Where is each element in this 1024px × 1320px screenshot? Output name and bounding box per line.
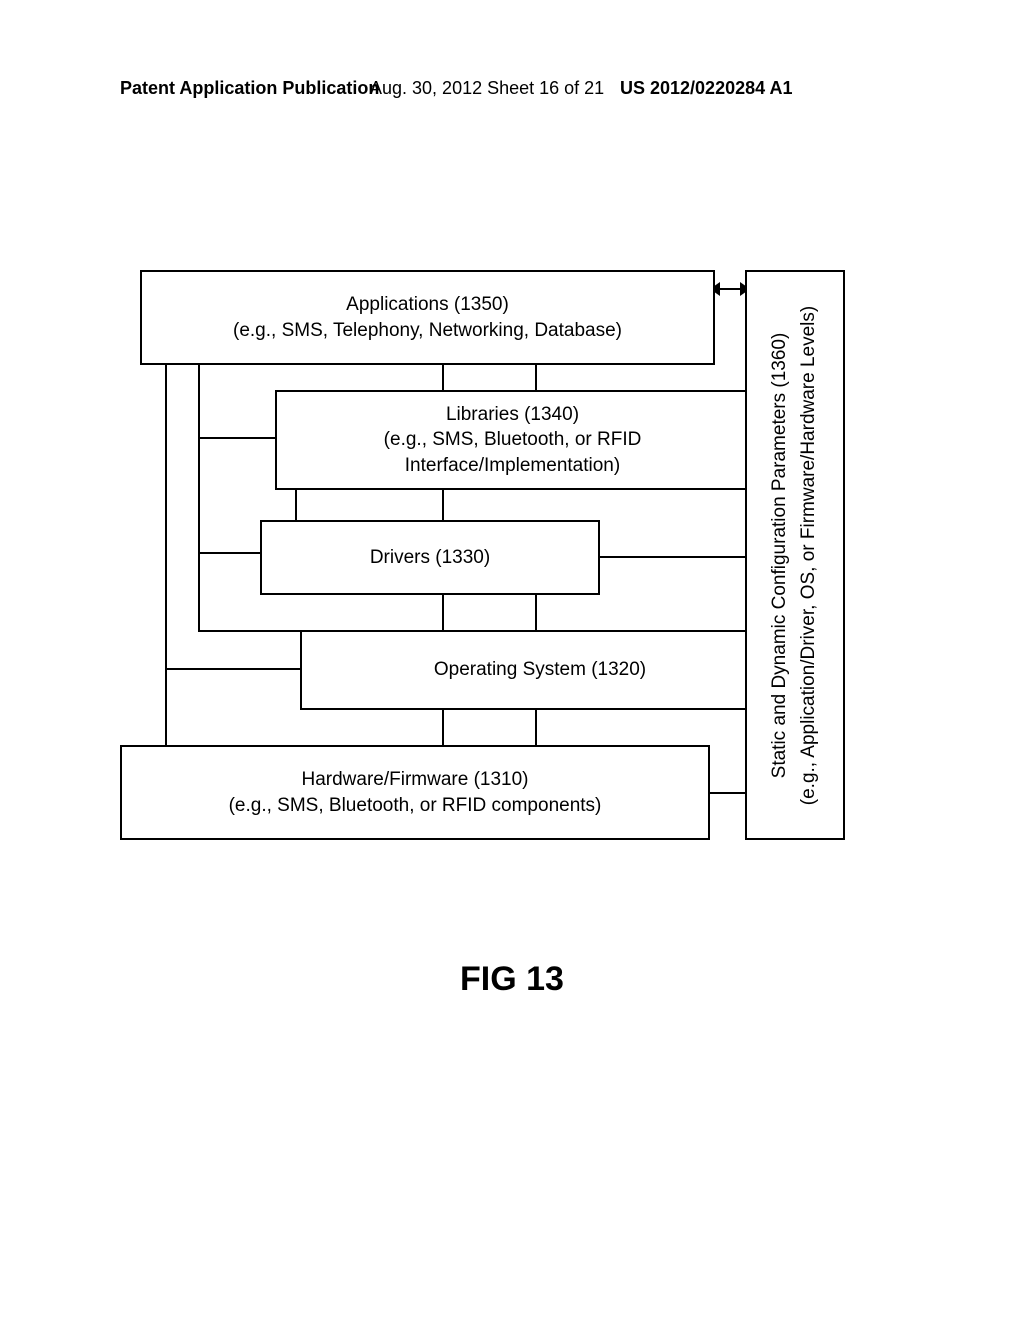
hardware-box: Hardware/Firmware (1310) (e.g., SMS, Blu…: [120, 745, 710, 840]
applications-box: Applications (1350) (e.g., SMS, Telephon…: [140, 270, 715, 365]
connector: [198, 630, 301, 632]
connector: [165, 364, 167, 746]
hardware-title: Hardware/Firmware (1310): [301, 767, 528, 793]
connector: [442, 490, 444, 520]
connector: [535, 364, 537, 390]
header-date-sheet: Aug. 30, 2012 Sheet 16 of 21: [370, 78, 604, 99]
libraries-title: Libraries (1340): [446, 402, 579, 428]
hardware-sub: (e.g., SMS, Bluetooth, or RFID component…: [229, 793, 602, 819]
drivers-box: Drivers (1330): [260, 520, 600, 595]
header-patent-number: US 2012/0220284 A1: [620, 78, 792, 99]
connector: [535, 710, 537, 745]
architecture-diagram: Applications (1350) (e.g., SMS, Telephon…: [120, 270, 890, 850]
config-parameters-text: Static and Dynamic Configuration Paramet…: [767, 305, 824, 804]
connector: [442, 595, 444, 630]
config-parameters-line1: Static and Dynamic Configuration Paramet…: [767, 305, 796, 804]
libraries-sub: (e.g., SMS, Bluetooth, or RFID Interface…: [384, 427, 642, 478]
connector: [198, 437, 276, 439]
os-title: Operating System (1320): [434, 657, 646, 683]
figure-label: FIG 13: [0, 960, 1024, 999]
connector: [165, 668, 301, 670]
applications-sub: (e.g., SMS, Telephony, Networking, Datab…: [233, 318, 622, 344]
connector: [442, 364, 444, 390]
applications-title: Applications (1350): [346, 292, 509, 318]
connector: [600, 556, 745, 558]
config-parameters-box: Static and Dynamic Configuration Paramet…: [745, 270, 845, 840]
header-publication: Patent Application Publication: [120, 78, 379, 99]
connector: [295, 490, 297, 520]
os-box: Operating System (1320): [300, 630, 780, 710]
connector: [442, 710, 444, 745]
drivers-title: Drivers (1330): [370, 545, 490, 571]
connector: [198, 552, 261, 554]
libraries-box: Libraries (1340) (e.g., SMS, Bluetooth, …: [275, 390, 750, 490]
connector: [535, 595, 537, 630]
connector: [710, 792, 746, 794]
connector: [198, 364, 200, 630]
config-parameters-line2: (e.g., Application/Driver, OS, or Firmwa…: [795, 305, 824, 804]
